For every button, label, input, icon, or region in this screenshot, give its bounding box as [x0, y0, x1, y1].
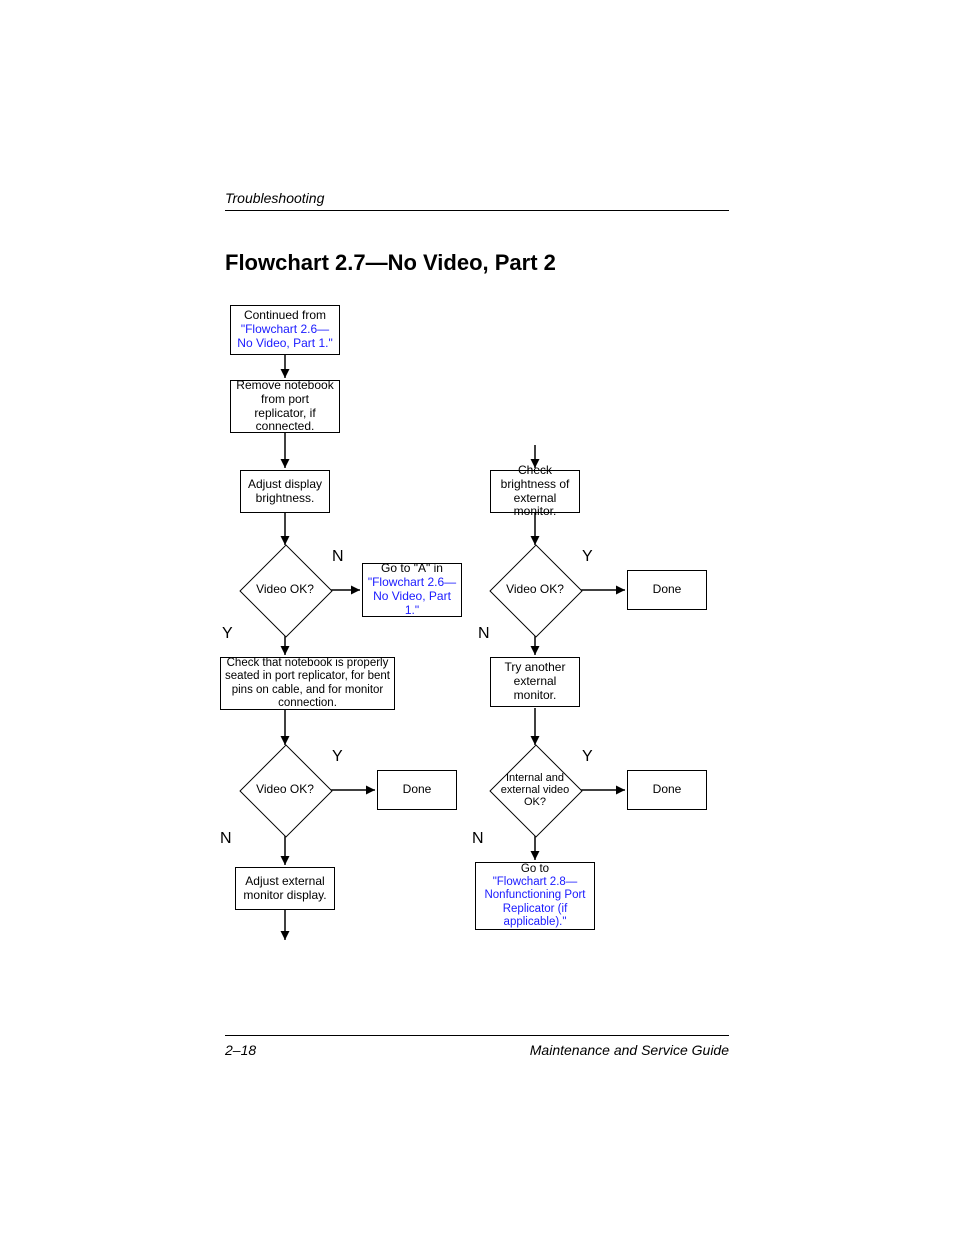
- node-check-external-brightness: Check brightness of external monitor.: [490, 470, 580, 513]
- node-try-another-monitor: Try another external monitor.: [490, 657, 580, 707]
- text: Go to: [521, 863, 549, 876]
- text: Video OK?: [240, 545, 330, 635]
- node-done-1: Done: [627, 570, 707, 610]
- text: Done: [653, 583, 682, 597]
- node-continued-from: Continued from "Flowchart 2.6—No Video, …: [230, 305, 340, 355]
- page-number: 2–18: [225, 1042, 256, 1058]
- page-footer: 2–18 Maintenance and Service Guide: [225, 1035, 729, 1058]
- section-label: Troubleshooting: [225, 190, 729, 210]
- text: Adjust display brightness.: [245, 478, 325, 506]
- text: Check that notebook is properly seated i…: [225, 657, 390, 710]
- label-y: Y: [222, 625, 233, 643]
- text: Done: [653, 783, 682, 797]
- flowchart: Continued from "Flowchart 2.6—No Video, …: [220, 300, 730, 980]
- node-done-2: Done: [377, 770, 457, 810]
- text: Check brightness of external monitor.: [495, 464, 575, 519]
- decision-video-ok-1: Video OK?: [240, 545, 330, 635]
- decision-video-ok-2: Video OK?: [490, 545, 580, 635]
- label-n: N: [332, 548, 344, 566]
- label-n: N: [220, 830, 232, 848]
- book-title: Maintenance and Service Guide: [530, 1042, 729, 1058]
- text: Video OK?: [240, 745, 330, 835]
- label-y: Y: [582, 748, 593, 766]
- link-flowchart-2-6[interactable]: "Flowchart 2.6—No Video, Part 1.": [235, 323, 335, 351]
- label-y: Y: [332, 748, 343, 766]
- page-title: Flowchart 2.7—No Video, Part 2: [225, 250, 556, 276]
- text: Remove notebook from port replicator, if…: [235, 379, 335, 434]
- node-remove-notebook: Remove notebook from port replicator, if…: [230, 380, 340, 433]
- page-header: Troubleshooting: [225, 190, 729, 211]
- link-flowchart-2-6-a[interactable]: "Flowchart 2.6—No Video, Part 1.": [367, 576, 457, 617]
- node-check-seated: Check that notebook is properly seated i…: [220, 657, 395, 710]
- node-adjust-brightness: Adjust display brightness.: [240, 470, 330, 513]
- text: Video OK?: [490, 545, 580, 635]
- label-y: Y: [582, 548, 593, 566]
- text: Try another external monitor.: [495, 661, 575, 702]
- node-adjust-external: Adjust external monitor display.: [235, 867, 335, 910]
- text: Done: [403, 783, 432, 797]
- decision-video-ok-3: Video OK?: [240, 745, 330, 835]
- text: Internal and external video OK?: [490, 745, 580, 835]
- node-goto-2-8: Go to "Flowchart 2.8—Nonfunctioning Port…: [475, 862, 595, 930]
- decision-internal-external-ok: Internal and external video OK?: [490, 745, 580, 835]
- node-goto-a: Go to "A" in "Flowchart 2.6—No Video, Pa…: [362, 563, 462, 617]
- label-n: N: [478, 625, 490, 643]
- document-page: Troubleshooting Flowchart 2.7—No Video, …: [0, 0, 954, 1235]
- text: Go to "A" in: [381, 562, 443, 576]
- text: Adjust external monitor display.: [240, 875, 330, 903]
- label-n: N: [472, 830, 484, 848]
- link-flowchart-2-8[interactable]: "Flowchart 2.8—Nonfunctioning Port Repli…: [480, 876, 590, 929]
- header-rule: [225, 210, 729, 211]
- footer-rule: [225, 1035, 729, 1036]
- node-done-3: Done: [627, 770, 707, 810]
- text: Continued from: [244, 309, 326, 323]
